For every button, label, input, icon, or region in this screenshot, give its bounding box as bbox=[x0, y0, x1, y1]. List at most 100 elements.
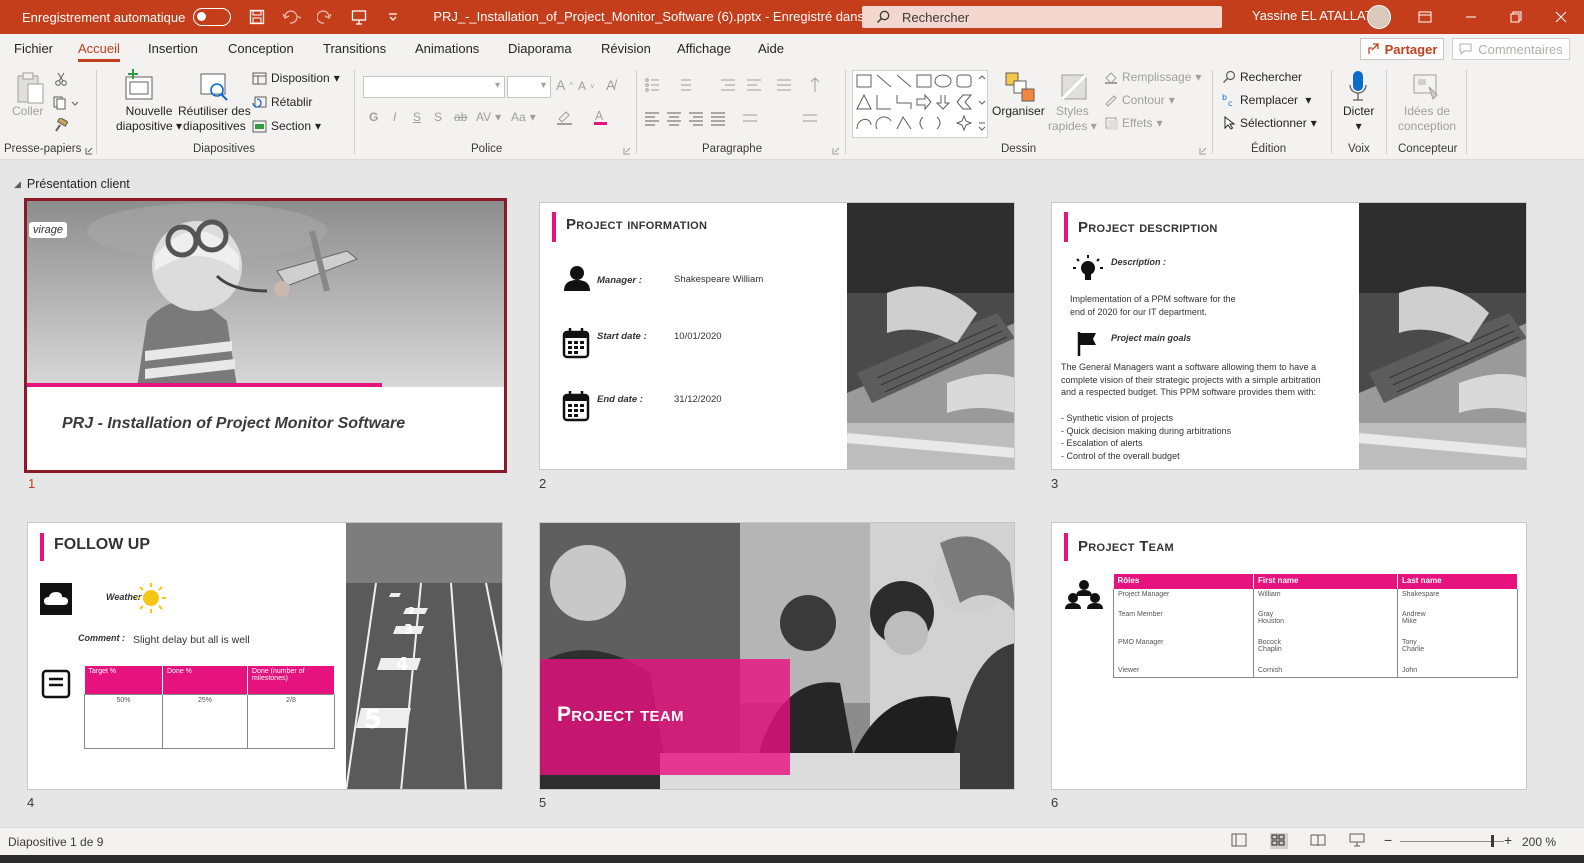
table-cell: Tony Charlie bbox=[1397, 637, 1518, 665]
tab-diaporama[interactable]: Diaporama bbox=[508, 41, 572, 56]
comment-label: Comment : bbox=[78, 633, 125, 643]
replace-button[interactable]: b c Remplacer ▾ bbox=[1222, 93, 1311, 107]
zoom-out-icon[interactable]: − bbox=[1384, 832, 1392, 848]
tab-transitions[interactable]: Transitions bbox=[323, 41, 386, 56]
new-slide-icon[interactable] bbox=[122, 68, 158, 104]
zoom-slider[interactable] bbox=[1400, 841, 1504, 842]
paste-label[interactable]: Coller bbox=[12, 104, 43, 119]
layout-button[interactable]: Disposition ▾ bbox=[252, 71, 340, 85]
quick-styles-icon[interactable] bbox=[1057, 70, 1091, 104]
microphone-icon[interactable] bbox=[1346, 68, 1370, 104]
font-size-combo[interactable]: ▾ bbox=[507, 76, 551, 98]
undo-icon[interactable] bbox=[281, 7, 302, 27]
section-header[interactable]: ◢ Présentation client bbox=[14, 177, 130, 191]
table-cell: Shakespare bbox=[1397, 589, 1518, 609]
cut-icon[interactable] bbox=[52, 70, 70, 88]
copy-icon[interactable] bbox=[52, 94, 80, 112]
font-color-icon[interactable]: A bbox=[592, 108, 618, 126]
search-box[interactable]: Rechercher bbox=[862, 6, 1222, 28]
bold-button[interactable]: G bbox=[369, 110, 378, 124]
collapse-triangle-icon[interactable]: ◢ bbox=[14, 179, 21, 190]
slide-thumbnail-2[interactable]: Project information Manager : Shakespear… bbox=[539, 202, 1015, 470]
list-tools[interactable] bbox=[643, 76, 829, 94]
user-name[interactable]: Yassine EL ATALLATI bbox=[1252, 8, 1376, 23]
reset-button[interactable]: Rétablir bbox=[252, 95, 312, 109]
tab-conception[interactable]: Conception bbox=[228, 41, 294, 56]
reading-view-icon[interactable] bbox=[1310, 833, 1328, 849]
autosave[interactable]: Enregistrement automatique bbox=[22, 8, 232, 26]
select-button[interactable]: Sélectionner ▾ bbox=[1222, 116, 1317, 130]
slide-thumbnail-3[interactable]: Project description Description : Implem… bbox=[1051, 202, 1527, 470]
slide-thumbnail-5[interactable]: Project team bbox=[539, 522, 1015, 790]
group-label-slides: Diapositives bbox=[193, 143, 255, 155]
gallery-scroll[interactable] bbox=[976, 70, 988, 138]
slideshow-icon[interactable] bbox=[1349, 833, 1367, 849]
minimize-icon[interactable] bbox=[1462, 8, 1480, 26]
grow-font-icon[interactable]: A ^ bbox=[556, 77, 573, 93]
shape-effects-button[interactable]: Effets ▾ bbox=[1104, 116, 1163, 130]
new-slide-button[interactable]: Nouvelle diapositive ▾ bbox=[116, 104, 182, 134]
slide-thumbnail-4[interactable]: FOLLOW UP Weather : Comment : Slight del… bbox=[27, 522, 503, 790]
format-painter-icon[interactable] bbox=[52, 116, 70, 134]
underline-button[interactable]: S bbox=[413, 110, 421, 124]
tab-affichage[interactable]: Affichage bbox=[677, 41, 731, 56]
svg-text:3: 3 bbox=[404, 623, 413, 638]
tab-accueil[interactable]: Accueil bbox=[78, 41, 120, 62]
zoom-level[interactable]: 200 % bbox=[1522, 835, 1556, 849]
tab-aide[interactable]: Aide bbox=[758, 41, 784, 56]
shrink-font-icon[interactable]: A ˅ bbox=[578, 79, 595, 93]
menu-bar: Fichier Accueil Insertion Conception Tra… bbox=[0, 34, 1584, 64]
reuse-slides-button[interactable]: Réutiliser des diapositives bbox=[178, 104, 251, 134]
ribbon-display-icon[interactable] bbox=[1416, 8, 1434, 26]
reuse-slides-icon[interactable] bbox=[197, 70, 231, 104]
slide-thumbnail-1[interactable]: virage PRJ - Installation of Project Mon… bbox=[24, 198, 507, 473]
shape-outline-button[interactable]: Contour ▾ bbox=[1104, 93, 1175, 107]
quick-styles-button[interactable]: Styles rapides ▾ bbox=[1048, 104, 1097, 134]
shadow-button[interactable]: S bbox=[434, 110, 442, 124]
autosave-toggle[interactable] bbox=[193, 8, 232, 26]
tab-insertion[interactable]: Insertion bbox=[148, 41, 198, 56]
comments-button[interactable]: Commentaires bbox=[1452, 38, 1570, 60]
dialog-launcher-icon[interactable] bbox=[84, 146, 94, 156]
shape-fill-button[interactable]: Remplissage ▾ bbox=[1104, 70, 1201, 84]
tab-fichier[interactable]: Fichier bbox=[14, 41, 53, 56]
zoom-slider-thumb[interactable] bbox=[1491, 835, 1494, 847]
find-button[interactable]: Rechercher bbox=[1222, 70, 1302, 84]
redo-icon[interactable] bbox=[315, 7, 335, 27]
design-ideas-icon[interactable] bbox=[1410, 70, 1442, 104]
restore-icon[interactable] bbox=[1507, 8, 1525, 26]
dictate-button[interactable]: Dicter ▾ bbox=[1343, 104, 1374, 134]
avatar[interactable] bbox=[1367, 5, 1391, 29]
arrange-icon[interactable] bbox=[1001, 70, 1037, 104]
change-case-button[interactable]: Aa ▾ bbox=[511, 110, 536, 124]
table-cell: Bocock Chaplin bbox=[1253, 637, 1398, 665]
zoom-in-icon[interactable]: + bbox=[1504, 832, 1512, 848]
save-icon[interactable] bbox=[247, 7, 267, 27]
dialog-launcher-icon[interactable] bbox=[831, 146, 841, 156]
close-icon[interactable] bbox=[1552, 8, 1570, 26]
share-button[interactable]: Partager bbox=[1360, 38, 1444, 60]
tab-revision[interactable]: Révision bbox=[601, 41, 651, 56]
slide-thumbnail-6[interactable]: Project Team Rôles First name Last name … bbox=[1051, 522, 1527, 790]
document-title[interactable]: PRJ_-_Installation_of_Project_Monitor_So… bbox=[433, 9, 919, 25]
tab-animations[interactable]: Animations bbox=[415, 41, 479, 56]
normal-view-icon[interactable] bbox=[1231, 833, 1249, 849]
alignment-tools[interactable] bbox=[643, 110, 829, 128]
dialog-launcher-icon[interactable] bbox=[622, 146, 632, 156]
highlight-icon[interactable] bbox=[555, 108, 581, 126]
customize-qat-icon[interactable] bbox=[383, 7, 403, 27]
font-family-combo[interactable]: ▾ bbox=[363, 76, 505, 98]
section-button[interactable]: Section ▾ bbox=[252, 119, 321, 133]
design-ideas-button[interactable]: Idées de conception bbox=[1398, 104, 1456, 134]
presentation-icon[interactable] bbox=[349, 7, 369, 27]
shapes-gallery[interactable] bbox=[852, 70, 988, 138]
paste-icon[interactable] bbox=[14, 70, 46, 106]
italic-button[interactable]: I bbox=[393, 110, 396, 124]
char-spacing-button[interactable]: AV ▾ bbox=[476, 110, 501, 124]
slide-sorter-icon[interactable] bbox=[1270, 833, 1288, 849]
arrange-button[interactable]: Organiser bbox=[992, 104, 1045, 119]
strikethrough-button[interactable]: ab bbox=[454, 110, 467, 124]
dialog-launcher-icon[interactable] bbox=[1198, 146, 1208, 156]
description-line-1: Implementation of a PPM software for the bbox=[1070, 294, 1236, 304]
clear-format-icon[interactable]: A̸ bbox=[606, 77, 615, 93]
